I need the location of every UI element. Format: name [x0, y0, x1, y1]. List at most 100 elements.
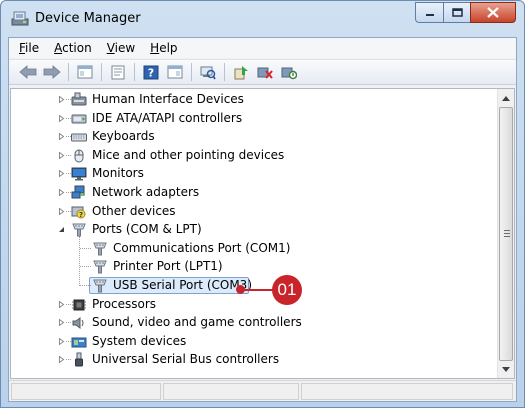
toolbar: ?: [9, 59, 516, 85]
collapse-arrow-icon[interactable]: [58, 226, 65, 233]
scan-hardware-icon: [200, 66, 216, 79]
window-title: Device Manager: [35, 11, 141, 26]
expand-arrow-icon[interactable]: [58, 337, 65, 345]
scan-hardware-button[interactable]: [197, 62, 219, 82]
disable-icon: [281, 67, 297, 79]
tree-item-label: IDE ATA/ATAPI controllers: [92, 110, 243, 125]
expand-arrow-icon[interactable]: [58, 114, 65, 122]
callout-line: [240, 289, 276, 291]
properties-button[interactable]: [107, 62, 129, 82]
expand-arrow-icon[interactable]: [58, 133, 65, 141]
maximize-icon: [451, 8, 463, 17]
expand-arrow-icon[interactable]: [58, 96, 65, 103]
tree-category[interactable]: Sound, video and game controllers: [11, 313, 497, 332]
scroll-down-icon: [502, 367, 510, 372]
tree-item-label: USB Serial Port (COM3): [113, 278, 252, 292]
usb-icon: [75, 352, 83, 367]
tree-category[interactable]: Universal Serial Bus controllers: [11, 350, 497, 369]
menu-bar: File Action View Help: [9, 38, 516, 58]
tree-device[interactable]: Communications Port (COM1): [11, 239, 497, 258]
menu-file[interactable]: File: [19, 41, 39, 55]
sound-icon: [72, 317, 84, 330]
status-bar: [9, 380, 516, 401]
menu-action[interactable]: Action: [54, 41, 92, 55]
vertical-scrollbar[interactable]: [497, 89, 514, 378]
port-icon: [72, 223, 86, 237]
tree-category[interactable]: Processors: [11, 295, 497, 314]
expand-arrow-icon[interactable]: [58, 170, 65, 178]
toolbar-separator: [101, 63, 102, 81]
tree-category[interactable]: Monitors: [11, 164, 497, 183]
scroll-up-icon: [502, 96, 510, 101]
monitor-icon: [71, 167, 87, 181]
tree-category[interactable]: Keyboards: [11, 127, 497, 146]
expand-arrow-icon[interactable]: [58, 151, 65, 159]
tree-connector: [80, 247, 91, 249]
forward-button[interactable]: [41, 62, 63, 82]
back-button[interactable]: [17, 62, 39, 82]
svg-text:?: ?: [148, 66, 154, 79]
tree-category[interactable]: IDE ATA/ATAPI controllers: [11, 109, 497, 128]
expand-arrow-icon[interactable]: [58, 356, 65, 364]
update-driver-icon: [234, 65, 248, 79]
tree-device[interactable]: Printer Port (LPT1): [11, 257, 497, 276]
expand-arrow-icon[interactable]: [58, 300, 65, 308]
menu-help[interactable]: Help: [150, 41, 177, 55]
device-tree-panel: Human Interface Devices IDE ATA/ATAPI con…: [10, 88, 515, 379]
close-icon: [487, 7, 499, 18]
back-arrow-icon: [19, 65, 37, 79]
device-manager-window: Device Manager File Action View Help ? H…: [0, 0, 525, 408]
expand-arrow-icon[interactable]: [58, 189, 65, 196]
tree-item-label: Other devices: [92, 203, 176, 218]
tree-item-label: Human Interface Devices: [92, 92, 244, 106]
device-tree[interactable]: Human Interface Devices IDE ATA/ATAPI con…: [11, 89, 497, 378]
scroll-grip: [504, 230, 510, 237]
toolbar-separator: [224, 63, 225, 81]
tree-category[interactable]: System devices: [11, 332, 497, 351]
tree-item-label: Ports (COM & LPT): [92, 222, 202, 237]
forward-arrow-icon: [43, 65, 61, 79]
view-button[interactable]: [164, 62, 186, 82]
mouse-icon: [74, 149, 84, 163]
scroll-thumb[interactable]: [499, 107, 513, 361]
tree-category[interactable]: Network adapters: [11, 183, 497, 202]
status-cell: [163, 383, 299, 400]
tree-item-label: Printer Port (LPT1): [113, 259, 223, 274]
disable-button[interactable]: [278, 62, 300, 82]
tree-category[interactable]: Ports (COM & LPT): [11, 220, 497, 239]
maximize-button[interactable]: [443, 2, 470, 23]
hid-icon: [71, 92, 87, 106]
status-cell: [11, 383, 161, 400]
help-button[interactable]: ?: [140, 62, 162, 82]
show-hide-console-tree-icon: [77, 65, 93, 79]
show-hide-console-tree-button[interactable]: [74, 62, 96, 82]
tree-connector: [80, 266, 91, 268]
toolbar-separator: [68, 63, 69, 81]
tree-item-label: System devices: [92, 333, 187, 348]
close-button[interactable]: [470, 2, 516, 23]
tree-category[interactable]: Human Interface Devices: [11, 90, 497, 109]
tree-item-label: Monitors: [92, 166, 144, 181]
client-area: File Action View Help ? Human Interface …: [8, 37, 517, 402]
menu-view[interactable]: View: [107, 41, 135, 55]
scroll-up-button[interactable]: [498, 90, 514, 107]
expand-arrow-icon[interactable]: [58, 207, 65, 215]
tree-category[interactable]: ? Other devices: [11, 202, 497, 221]
uninstall-button[interactable]: [254, 62, 276, 82]
expand-arrow-icon[interactable]: [58, 319, 65, 327]
update-driver-button[interactable]: [230, 62, 252, 82]
tree-category[interactable]: Mice and other pointing devices: [11, 146, 497, 165]
callout-badge: 01: [272, 275, 302, 305]
port-icon: [93, 260, 107, 274]
ide-controller-icon: [71, 114, 87, 124]
svg-text:?: ?: [79, 211, 83, 219]
tree-device[interactable]: USB Serial Port (COM3): [11, 276, 497, 295]
scroll-down-button[interactable]: [498, 361, 514, 378]
system-device-icon: [71, 337, 87, 348]
title-bar[interactable]: Device Manager: [1, 1, 524, 37]
status-cell: [301, 383, 513, 400]
tree-item-label: Processors: [92, 296, 157, 311]
keyboard-icon: [71, 133, 87, 142]
view-icon: [167, 65, 183, 79]
minimize-button[interactable]: [415, 2, 443, 23]
